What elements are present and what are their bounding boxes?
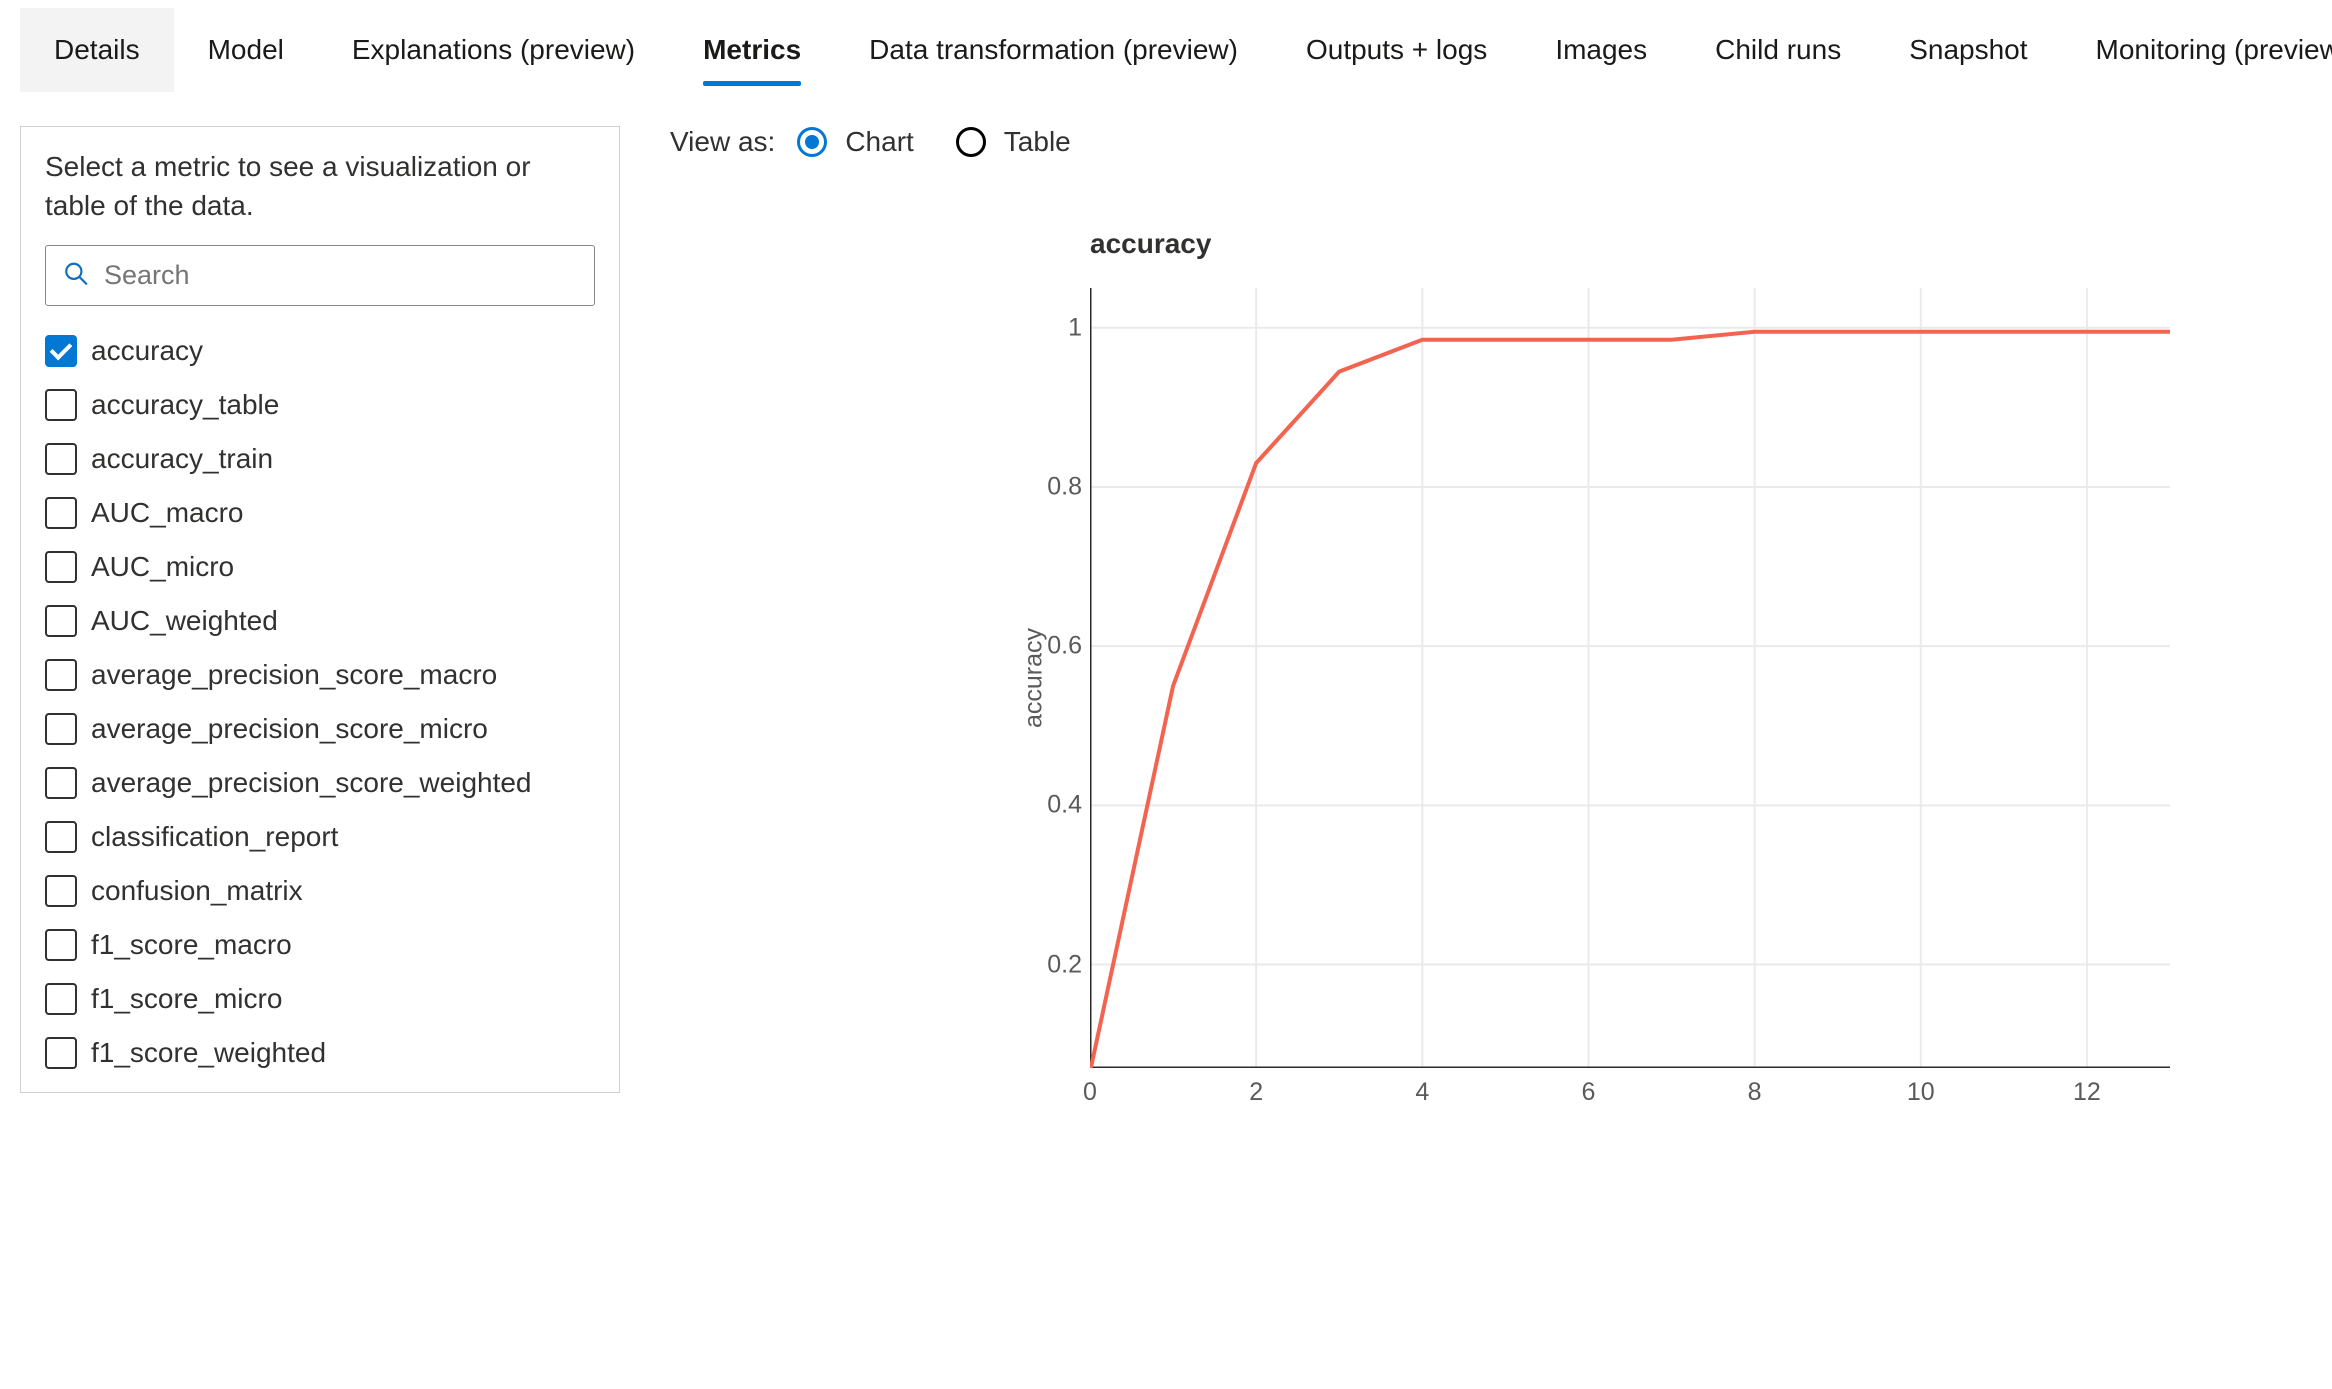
search-icon <box>63 260 89 291</box>
metric-label: accuracy_table <box>91 389 279 421</box>
metric-search-input[interactable] <box>45 245 595 306</box>
metric-item-f1_score_weighted[interactable]: f1_score_weighted <box>41 1026 599 1080</box>
x-tick-label: 0 <box>1083 1078 1097 1107</box>
checkbox[interactable] <box>45 443 77 475</box>
metric-item-accuracy_table[interactable]: accuracy_table <box>41 378 599 432</box>
metric-label: accuracy <box>91 335 203 367</box>
tab-details[interactable]: Details <box>20 8 174 92</box>
tabs-bar: DetailsModelExplanations (preview)Metric… <box>0 0 2332 100</box>
metric-label: confusion_matrix <box>91 875 303 907</box>
content: Select a metric to see a visualization o… <box>0 100 2332 1093</box>
chart-title: accuracy <box>1090 228 2312 260</box>
chart-panel: View as: Chart Table accuracy accuracy 0.… <box>670 126 2312 1093</box>
checkbox[interactable] <box>45 497 77 529</box>
metric-label: average_precision_score_weighted <box>91 767 532 799</box>
checkbox[interactable] <box>45 929 77 961</box>
checkbox[interactable] <box>45 605 77 637</box>
metric-label: classification_report <box>91 821 338 853</box>
metric-item-AUC_macro[interactable]: AUC_macro <box>41 486 599 540</box>
metric-label: f1_score_micro <box>91 983 282 1015</box>
view-as-row: View as: Chart Table <box>670 126 2312 158</box>
metric-item-average_precision_score_macro[interactable]: average_precision_score_macro <box>41 648 599 702</box>
metric-label: average_precision_score_micro <box>91 713 488 745</box>
y-tick-label: 1 <box>1068 313 1082 342</box>
metric-item-average_precision_score_micro[interactable]: average_precision_score_micro <box>41 702 599 756</box>
metric-item-f1_score_macro[interactable]: f1_score_macro <box>41 918 599 972</box>
metric-item-confusion_matrix[interactable]: confusion_matrix <box>41 864 599 918</box>
x-tick-label: 10 <box>1907 1078 1935 1107</box>
checkbox[interactable] <box>45 713 77 745</box>
x-tick-label: 8 <box>1748 1078 1762 1107</box>
metric-item-AUC_weighted[interactable]: AUC_weighted <box>41 594 599 648</box>
metric-label: AUC_micro <box>91 551 234 583</box>
tab-snapshot[interactable]: Snapshot <box>1875 8 2061 92</box>
sidebar-help-text: Select a metric to see a visualization o… <box>45 147 595 225</box>
metric-item-accuracy_train[interactable]: accuracy_train <box>41 432 599 486</box>
chart-wrap: accuracy 0.20.40.60.81024681012 <box>1090 288 2170 1068</box>
tab-explanations-preview[interactable]: Explanations (preview) <box>318 8 669 92</box>
y-axis-label: accuracy <box>1020 628 1049 728</box>
tab-metrics[interactable]: Metrics <box>669 8 835 92</box>
metric-item-f1_score_micro[interactable]: f1_score_micro <box>41 972 599 1026</box>
tab-outputs-logs[interactable]: Outputs + logs <box>1272 8 1521 92</box>
metric-panel: Select a metric to see a visualization o… <box>20 126 620 1093</box>
metric-label: f1_score_weighted <box>91 1037 326 1069</box>
checkbox[interactable] <box>45 659 77 691</box>
tab-model[interactable]: Model <box>174 8 318 92</box>
metric-label: AUC_macro <box>91 497 243 529</box>
checkbox[interactable] <box>45 335 77 367</box>
metric-search-wrap <box>45 245 595 306</box>
metric-item-average_precision_score_weighted[interactable]: average_precision_score_weighted <box>41 756 599 810</box>
checkbox[interactable] <box>45 1037 77 1069</box>
metric-item-AUC_micro[interactable]: AUC_micro <box>41 540 599 594</box>
view-as-option-label: Chart <box>845 126 913 158</box>
x-tick-label: 2 <box>1249 1078 1263 1107</box>
tab-child-runs[interactable]: Child runs <box>1681 8 1875 92</box>
y-tick-label: 0.6 <box>1047 632 1082 661</box>
checkbox[interactable] <box>45 983 77 1015</box>
series-line <box>1090 332 2170 1068</box>
checkbox[interactable] <box>45 767 77 799</box>
view-as-radio-table[interactable] <box>956 127 986 157</box>
metric-label: accuracy_train <box>91 443 273 475</box>
metric-list[interactable]: accuracy accuracy_table accuracy_train AUC_… <box>41 324 599 1092</box>
checkbox[interactable] <box>45 551 77 583</box>
metric-label: average_precision_score_macro <box>91 659 497 691</box>
tab-images[interactable]: Images <box>1521 8 1681 92</box>
metric-label: f1_score_macro <box>91 929 292 961</box>
checkbox[interactable] <box>45 875 77 907</box>
x-tick-label: 6 <box>1582 1078 1596 1107</box>
chart-area: accuracy accuracy 0.20.40.60.81024681012 <box>1090 228 2312 1068</box>
checkbox[interactable] <box>45 389 77 421</box>
line-chart <box>1090 288 2170 1068</box>
checkbox[interactable] <box>45 821 77 853</box>
tab-data-transformation-preview[interactable]: Data transformation (preview) <box>835 8 1272 92</box>
y-tick-label: 0.4 <box>1047 791 1082 820</box>
x-tick-label: 4 <box>1415 1078 1429 1107</box>
metric-item-classification_report[interactable]: classification_report <box>41 810 599 864</box>
x-tick-label: 12 <box>2073 1078 2101 1107</box>
view-as-option-label: Table <box>1004 126 1071 158</box>
metric-label: AUC_weighted <box>91 605 278 637</box>
view-as-label: View as: <box>670 126 775 158</box>
metric-item-accuracy[interactable]: accuracy <box>41 324 599 378</box>
y-tick-label: 0.2 <box>1047 950 1082 979</box>
view-as-radio-chart[interactable] <box>797 127 827 157</box>
y-tick-label: 0.8 <box>1047 472 1082 501</box>
tab-monitoring-preview[interactable]: Monitoring (preview) <box>2062 8 2332 92</box>
